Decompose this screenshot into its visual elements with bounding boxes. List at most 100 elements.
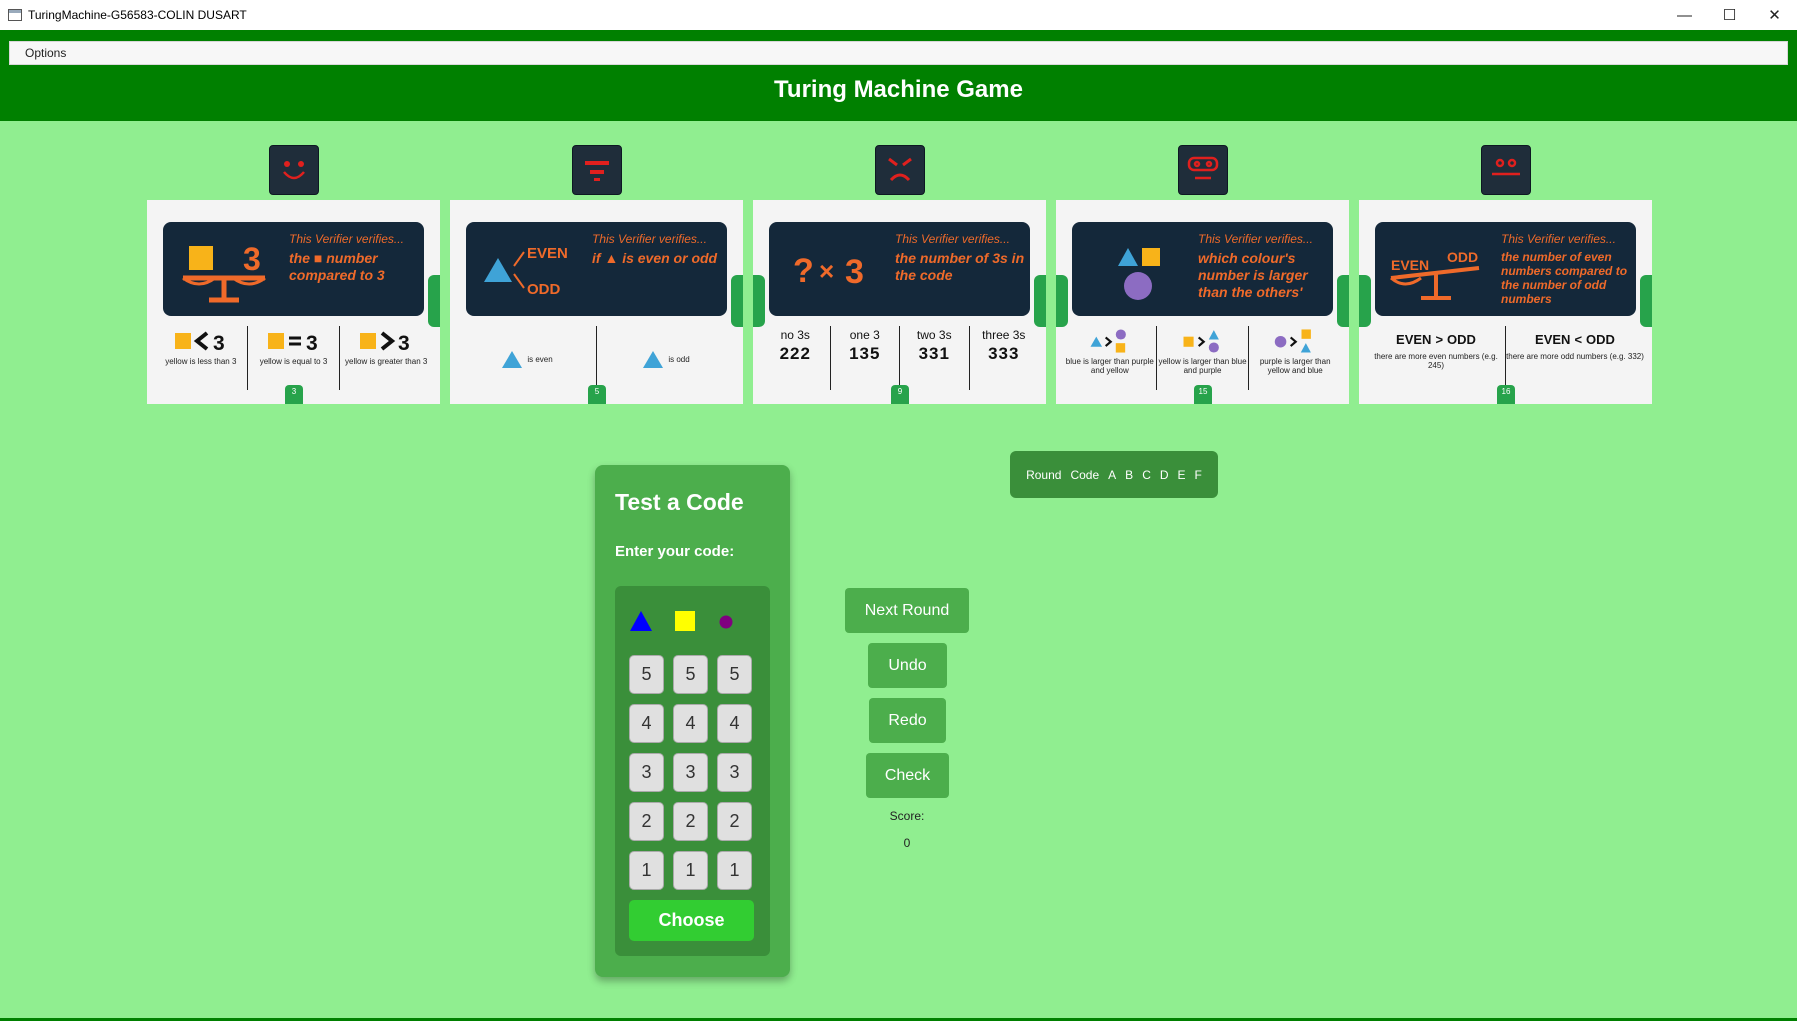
undo-button[interactable]: Undo — [868, 643, 947, 688]
card-header: ? × 3 This Verifier verifies... the numb… — [769, 222, 1030, 316]
card-option: EVEN > ODD there are more even numbers (… — [1367, 326, 1506, 390]
option-label: two 3s — [916, 328, 952, 342]
svg-text:3: 3 — [243, 241, 261, 277]
card-option: 3 yellow is equal to 3 — [248, 326, 341, 390]
app-icon — [8, 9, 22, 21]
card-header: EVEN ODD This Verifier verifies... the n… — [1375, 222, 1636, 316]
verifier-robot-icon — [1481, 145, 1531, 195]
verifier-robot-icon — [1178, 145, 1228, 195]
next-round-button[interactable]: Next Round — [845, 588, 969, 633]
minimize-button[interactable]: — — [1662, 0, 1707, 30]
balance-scale-icon: 3 — [182, 241, 266, 303]
key-circle-3[interactable]: 3 — [717, 753, 752, 792]
key-triangle-3[interactable]: 3 — [629, 753, 664, 792]
svg-text:ODD: ODD — [1447, 249, 1478, 265]
card-description: the number of even numbers compared to t… — [1501, 250, 1628, 306]
key-circle-5[interactable]: 5 — [717, 655, 752, 694]
card-option: is odd — [597, 326, 735, 390]
window-title: TuringMachine-G56583-COLIN DUSART — [28, 8, 247, 22]
verifier-card[interactable]: 3 This Verifier verifies... the ■ number… — [147, 200, 440, 404]
option-caption: blue is larger than purple and yellow — [1065, 357, 1154, 375]
round-header: Round — [1026, 467, 1062, 482]
test-code-title: Test a Code — [615, 489, 744, 515]
purple-circle-icon — [719, 615, 733, 629]
option-label: three 3s — [982, 328, 1026, 342]
blue-triangle-icon — [630, 611, 652, 631]
svg-text:?: ? — [793, 252, 814, 290]
window-titlebar: TuringMachine-G56583-COLIN DUSART — ☐ ✕ — [0, 0, 1797, 30]
page-title: Turing Machine Game — [774, 76, 1023, 103]
column-b: B — [1125, 467, 1134, 482]
verifier-card[interactable]: ? × 3 This Verifier verifies... the numb… — [753, 200, 1046, 404]
verifier-card[interactable]: This Verifier verifies... which colour's… — [1056, 200, 1349, 404]
greater-than-icon: 3 — [360, 331, 410, 354]
card-verifies-label: This Verifier verifies... — [1198, 232, 1313, 246]
option-caption: there are more even numbers (e.g. 245) — [1374, 352, 1498, 370]
option-caption: is even — [527, 354, 553, 364]
redo-button[interactable]: Redo — [869, 698, 946, 743]
svg-text:3: 3 — [398, 332, 410, 354]
score-label: Score: — [889, 809, 925, 823]
option-label: one 3 — [849, 328, 880, 342]
card-description: the ■ number compared to 3 — [289, 250, 385, 283]
key-triangle-2[interactable]: 2 — [629, 802, 664, 841]
card-verifies-label: This Verifier verifies... — [289, 232, 404, 246]
card-tab — [1640, 275, 1652, 327]
option-caption: purple is larger than yellow and blue — [1259, 357, 1331, 375]
choose-button[interactable]: Choose — [629, 900, 754, 941]
card-description: the number of 3s in the code — [895, 250, 1025, 283]
shape-header-row — [629, 608, 757, 634]
verifier-card[interactable]: EVEN ODD This Verifier verifies... the n… — [1359, 200, 1652, 404]
card-option: three 3s 333 — [970, 326, 1039, 390]
menu-options[interactable]: Options — [25, 46, 66, 60]
card-number: 15 — [1194, 385, 1212, 404]
greater-than-icon: > — [1435, 332, 1444, 347]
option-value: 331 — [918, 344, 950, 363]
key-circle-4[interactable]: 4 — [717, 704, 752, 743]
svg-text:3: 3 — [845, 253, 864, 291]
column-e: E — [1177, 467, 1186, 482]
key-circle-2[interactable]: 2 — [717, 802, 752, 841]
card-description: if ▲ is even or odd — [592, 250, 718, 266]
column-c: C — [1142, 467, 1151, 482]
option-value: 135 — [849, 344, 881, 363]
round-history-header: Round Code A B C D E F — [1010, 451, 1218, 498]
card-tab — [1359, 275, 1371, 327]
card-tab — [428, 275, 440, 327]
card-option: 3 yellow is less than 3 — [155, 326, 248, 390]
score-value: 0 — [903, 836, 911, 850]
card-option: EVEN < ODD there are more odd numbers (e… — [1506, 326, 1644, 390]
card-number: 3 — [285, 385, 303, 404]
check-button[interactable]: Check — [866, 753, 949, 798]
key-triangle-4[interactable]: 4 — [629, 704, 664, 743]
yellow-larger-icon — [1183, 330, 1219, 353]
code-header: Code — [1070, 467, 1100, 482]
key-square-5[interactable]: 5 — [673, 655, 708, 694]
key-square-4[interactable]: 4 — [673, 704, 708, 743]
key-square-2[interactable]: 2 — [673, 802, 708, 841]
card-header: EVEN ODD This Verifier verifies... if ▲ … — [466, 222, 727, 316]
maximize-button[interactable]: ☐ — [1707, 0, 1752, 30]
yellow-square-icon — [675, 611, 695, 631]
key-triangle-5[interactable]: 5 — [629, 655, 664, 694]
column-a: A — [1108, 467, 1117, 482]
window-controls: — ☐ ✕ — [1662, 0, 1797, 30]
less-than-icon: < — [1574, 332, 1583, 347]
key-triangle-1[interactable]: 1 — [629, 851, 664, 890]
card-number: 5 — [588, 385, 606, 404]
card-tab — [753, 275, 765, 327]
option-caption: is odd — [668, 354, 690, 364]
close-button[interactable]: ✕ — [1752, 0, 1797, 30]
option-value: 333 — [988, 344, 1020, 363]
svg-text:3: 3 — [306, 332, 318, 354]
option-odd-label: ODD — [1586, 332, 1615, 347]
key-circle-1[interactable]: 1 — [717, 851, 752, 890]
key-square-3[interactable]: 3 — [673, 753, 708, 792]
card-option: two 3s 331 — [900, 326, 970, 390]
blue-larger-icon — [1090, 329, 1126, 353]
card-verifies-label: This Verifier verifies... — [1501, 232, 1616, 246]
card-option: blue is larger than purple and yellow — [1064, 326, 1157, 390]
verifier-card[interactable]: EVEN ODD This Verifier verifies... if ▲ … — [450, 200, 743, 404]
key-square-1[interactable]: 1 — [673, 851, 708, 890]
menu-bar: Options — [9, 41, 1788, 65]
